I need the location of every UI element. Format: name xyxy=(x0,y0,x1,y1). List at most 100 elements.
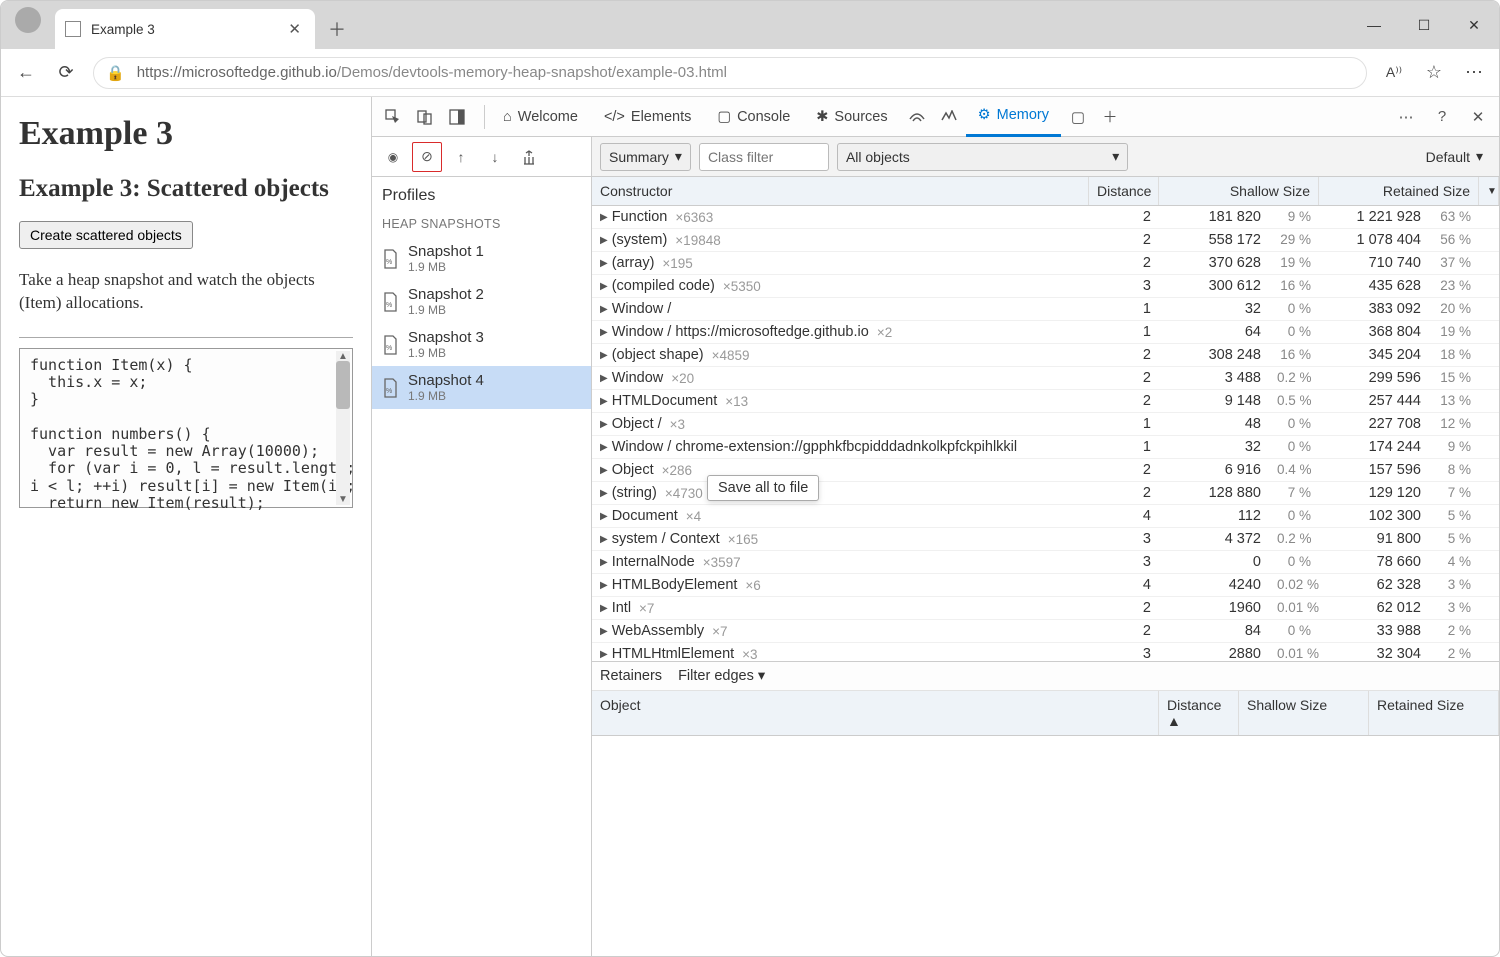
clear-button[interactable]: ⊘ xyxy=(412,142,442,172)
expand-icon[interactable]: ▶ xyxy=(600,373,608,384)
performance-icon[interactable] xyxy=(934,102,964,132)
help-icon[interactable]: ? xyxy=(1427,102,1457,132)
snapshot-item[interactable]: % Snapshot 41.9 MB xyxy=(372,366,591,409)
expand-icon[interactable]: ▶ xyxy=(600,327,608,338)
sort-select[interactable]: Default▾ xyxy=(1418,143,1491,171)
network-icon[interactable] xyxy=(902,102,932,132)
context-menu-save-all[interactable]: Save all to file xyxy=(707,475,819,501)
expand-icon[interactable]: ▶ xyxy=(600,235,608,246)
expand-icon[interactable]: ▶ xyxy=(600,419,608,430)
url-field[interactable]: 🔒 https://microsoftedge.github.io/Demos/… xyxy=(93,57,1367,89)
new-tab-button[interactable]: ＋ xyxy=(321,13,353,45)
heap-row[interactable]: ▶Intl×7 2 1960 0.01 % 62 012 3 % xyxy=(592,597,1499,620)
expand-icon[interactable]: ▶ xyxy=(600,281,608,292)
heap-row[interactable]: ▶(object shape)×4859 2 308 248 16 % 345 … xyxy=(592,344,1499,367)
heap-row[interactable]: ▶WebAssembly×7 2 84 0 % 33 988 2 % xyxy=(592,620,1499,643)
expand-icon[interactable]: ▶ xyxy=(600,442,608,453)
heap-row[interactable]: ▶HTMLDocument×13 2 9 148 0.5 % 257 444 1… xyxy=(592,390,1499,413)
constructor-name: (array) xyxy=(612,255,655,271)
col-distance[interactable]: Distance xyxy=(1089,177,1159,205)
app-icon[interactable]: ▢ xyxy=(1063,102,1093,132)
favorite-icon[interactable]: ☆ xyxy=(1421,60,1447,86)
heap-row[interactable]: ▶(array)×195 2 370 628 19 % 710 740 37 % xyxy=(592,252,1499,275)
expand-icon[interactable]: ▶ xyxy=(600,304,608,315)
distance-value: 2 xyxy=(1089,252,1159,274)
divider xyxy=(19,337,353,338)
scroll-down-icon[interactable]: ▼ xyxy=(338,494,348,505)
col-distance2[interactable]: Distance ▲ xyxy=(1159,691,1239,735)
heap-row[interactable]: ▶(compiled code)×5350 3 300 612 16 % 435… xyxy=(592,275,1499,298)
maximize-button[interactable]: ☐ xyxy=(1399,1,1449,49)
filter-edges-select[interactable]: Filter edges ▾ xyxy=(678,668,765,684)
load-button[interactable]: ↑ xyxy=(446,142,476,172)
scroll-thumb[interactable] xyxy=(336,361,350,409)
tab-elements[interactable]: </>Elements xyxy=(592,97,703,137)
expand-icon[interactable]: ▶ xyxy=(600,212,608,223)
heap-row[interactable]: ▶system / Context×165 3 4 372 0.2 % 91 8… xyxy=(592,528,1499,551)
more-icon[interactable]: ⋯ xyxy=(1461,60,1487,86)
expand-icon[interactable]: ▶ xyxy=(600,258,608,269)
expand-icon[interactable]: ▶ xyxy=(600,580,608,591)
save-button[interactable]: ↓ xyxy=(480,142,510,172)
col-retained[interactable]: Retained Size xyxy=(1319,177,1479,205)
minimize-button[interactable]: — xyxy=(1349,1,1399,49)
heap-row[interactable]: ▶(system)×19848 2 558 172 29 % 1 078 404… xyxy=(592,229,1499,252)
expand-icon[interactable]: ▶ xyxy=(600,511,608,522)
back-button[interactable]: ← xyxy=(13,60,39,86)
dock-icon[interactable] xyxy=(442,102,472,132)
heap-row[interactable]: ▶Window / https://microsoftedge.github.i… xyxy=(592,321,1499,344)
heap-row[interactable]: ▶InternalNode×3597 3 0 0 % 78 660 4 % xyxy=(592,551,1499,574)
expand-icon[interactable]: ▶ xyxy=(600,557,608,568)
expand-icon[interactable]: ▶ xyxy=(600,350,608,361)
scrollbar[interactable]: ▲ ▼ xyxy=(336,351,350,505)
expand-icon[interactable]: ▶ xyxy=(600,488,608,499)
tab-memory[interactable]: ⚙Memory xyxy=(966,97,1061,137)
heap-row[interactable]: ▶Object /×3 1 48 0 % 227 708 12 % xyxy=(592,413,1499,436)
close-devtools-icon[interactable]: ✕ xyxy=(1463,102,1493,132)
close-window-button[interactable]: ✕ xyxy=(1449,1,1499,49)
heap-row[interactable]: ▶Window×20 2 3 488 0.2 % 299 596 15 % xyxy=(592,367,1499,390)
expand-icon[interactable]: ▶ xyxy=(600,396,608,407)
snapshot-item[interactable]: % Snapshot 21.9 MB xyxy=(372,280,591,323)
retainers-tab[interactable]: Retainers xyxy=(600,668,662,684)
distance-value: 1 xyxy=(1089,436,1159,458)
heap-row[interactable]: ▶Function×6363 2 181 820 9 % 1 221 928 6… xyxy=(592,206,1499,229)
snapshot-item[interactable]: % Snapshot 31.9 MB xyxy=(372,323,591,366)
record-button[interactable]: ◉ xyxy=(378,142,408,172)
retained-value: 345 204 xyxy=(1319,344,1429,366)
expand-icon[interactable]: ▶ xyxy=(600,603,608,614)
add-tab-icon[interactable]: ＋ xyxy=(1095,102,1125,132)
more-tools-icon[interactable]: ⋯ xyxy=(1391,102,1421,132)
profile-avatar[interactable] xyxy=(15,7,41,33)
device-icon[interactable] xyxy=(410,102,440,132)
view-select[interactable]: Summary▾ xyxy=(600,143,691,171)
tab-sources[interactable]: ✱Sources xyxy=(804,97,899,137)
col-shallow[interactable]: Shallow Size xyxy=(1159,177,1319,205)
browser-tab[interactable]: Example 3 ✕ xyxy=(55,9,315,49)
tab-console[interactable]: ▢Console xyxy=(705,97,802,137)
class-filter-input[interactable] xyxy=(699,143,829,171)
read-aloud-icon[interactable]: A⁾⁾ xyxy=(1381,60,1407,86)
expand-icon[interactable]: ▶ xyxy=(600,626,608,637)
refresh-button[interactable]: ⟳ xyxy=(53,60,79,86)
col-retained2[interactable]: Retained Size xyxy=(1369,691,1499,735)
scope-select[interactable]: All objects▾ xyxy=(837,143,1128,171)
col-object[interactable]: Object xyxy=(592,691,1159,735)
expand-icon[interactable]: ▶ xyxy=(600,649,608,660)
expand-icon[interactable]: ▶ xyxy=(600,534,608,545)
gc-button[interactable] xyxy=(514,142,544,172)
create-objects-button[interactable]: Create scattered objects xyxy=(19,221,193,249)
heap-row[interactable]: ▶HTMLHtmlElement×3 3 2880 0.01 % 32 304 … xyxy=(592,643,1499,661)
heap-row[interactable]: ▶Document×4 4 112 0 % 102 300 5 % xyxy=(592,505,1499,528)
inspect-icon[interactable] xyxy=(378,102,408,132)
tab-welcome[interactable]: ⌂Welcome xyxy=(491,97,590,137)
col-constructor[interactable]: Constructor xyxy=(592,177,1089,205)
expand-icon[interactable]: ▶ xyxy=(600,465,608,476)
close-tab-icon[interactable]: ✕ xyxy=(284,18,305,40)
col-shallow2[interactable]: Shallow Size xyxy=(1239,691,1369,735)
heap-row[interactable]: ▶HTMLBodyElement×6 4 4240 0.02 % 62 328 … xyxy=(592,574,1499,597)
code-textarea[interactable]: function Item(x) { this.x = x; } functio… xyxy=(19,348,353,508)
snapshot-item[interactable]: % Snapshot 11.9 MB xyxy=(372,237,591,280)
heap-row[interactable]: ▶Window / chrome-extension://gpphkfbcpid… xyxy=(592,436,1499,459)
heap-row[interactable]: ▶Window / 1 32 0 % 383 092 20 % xyxy=(592,298,1499,321)
